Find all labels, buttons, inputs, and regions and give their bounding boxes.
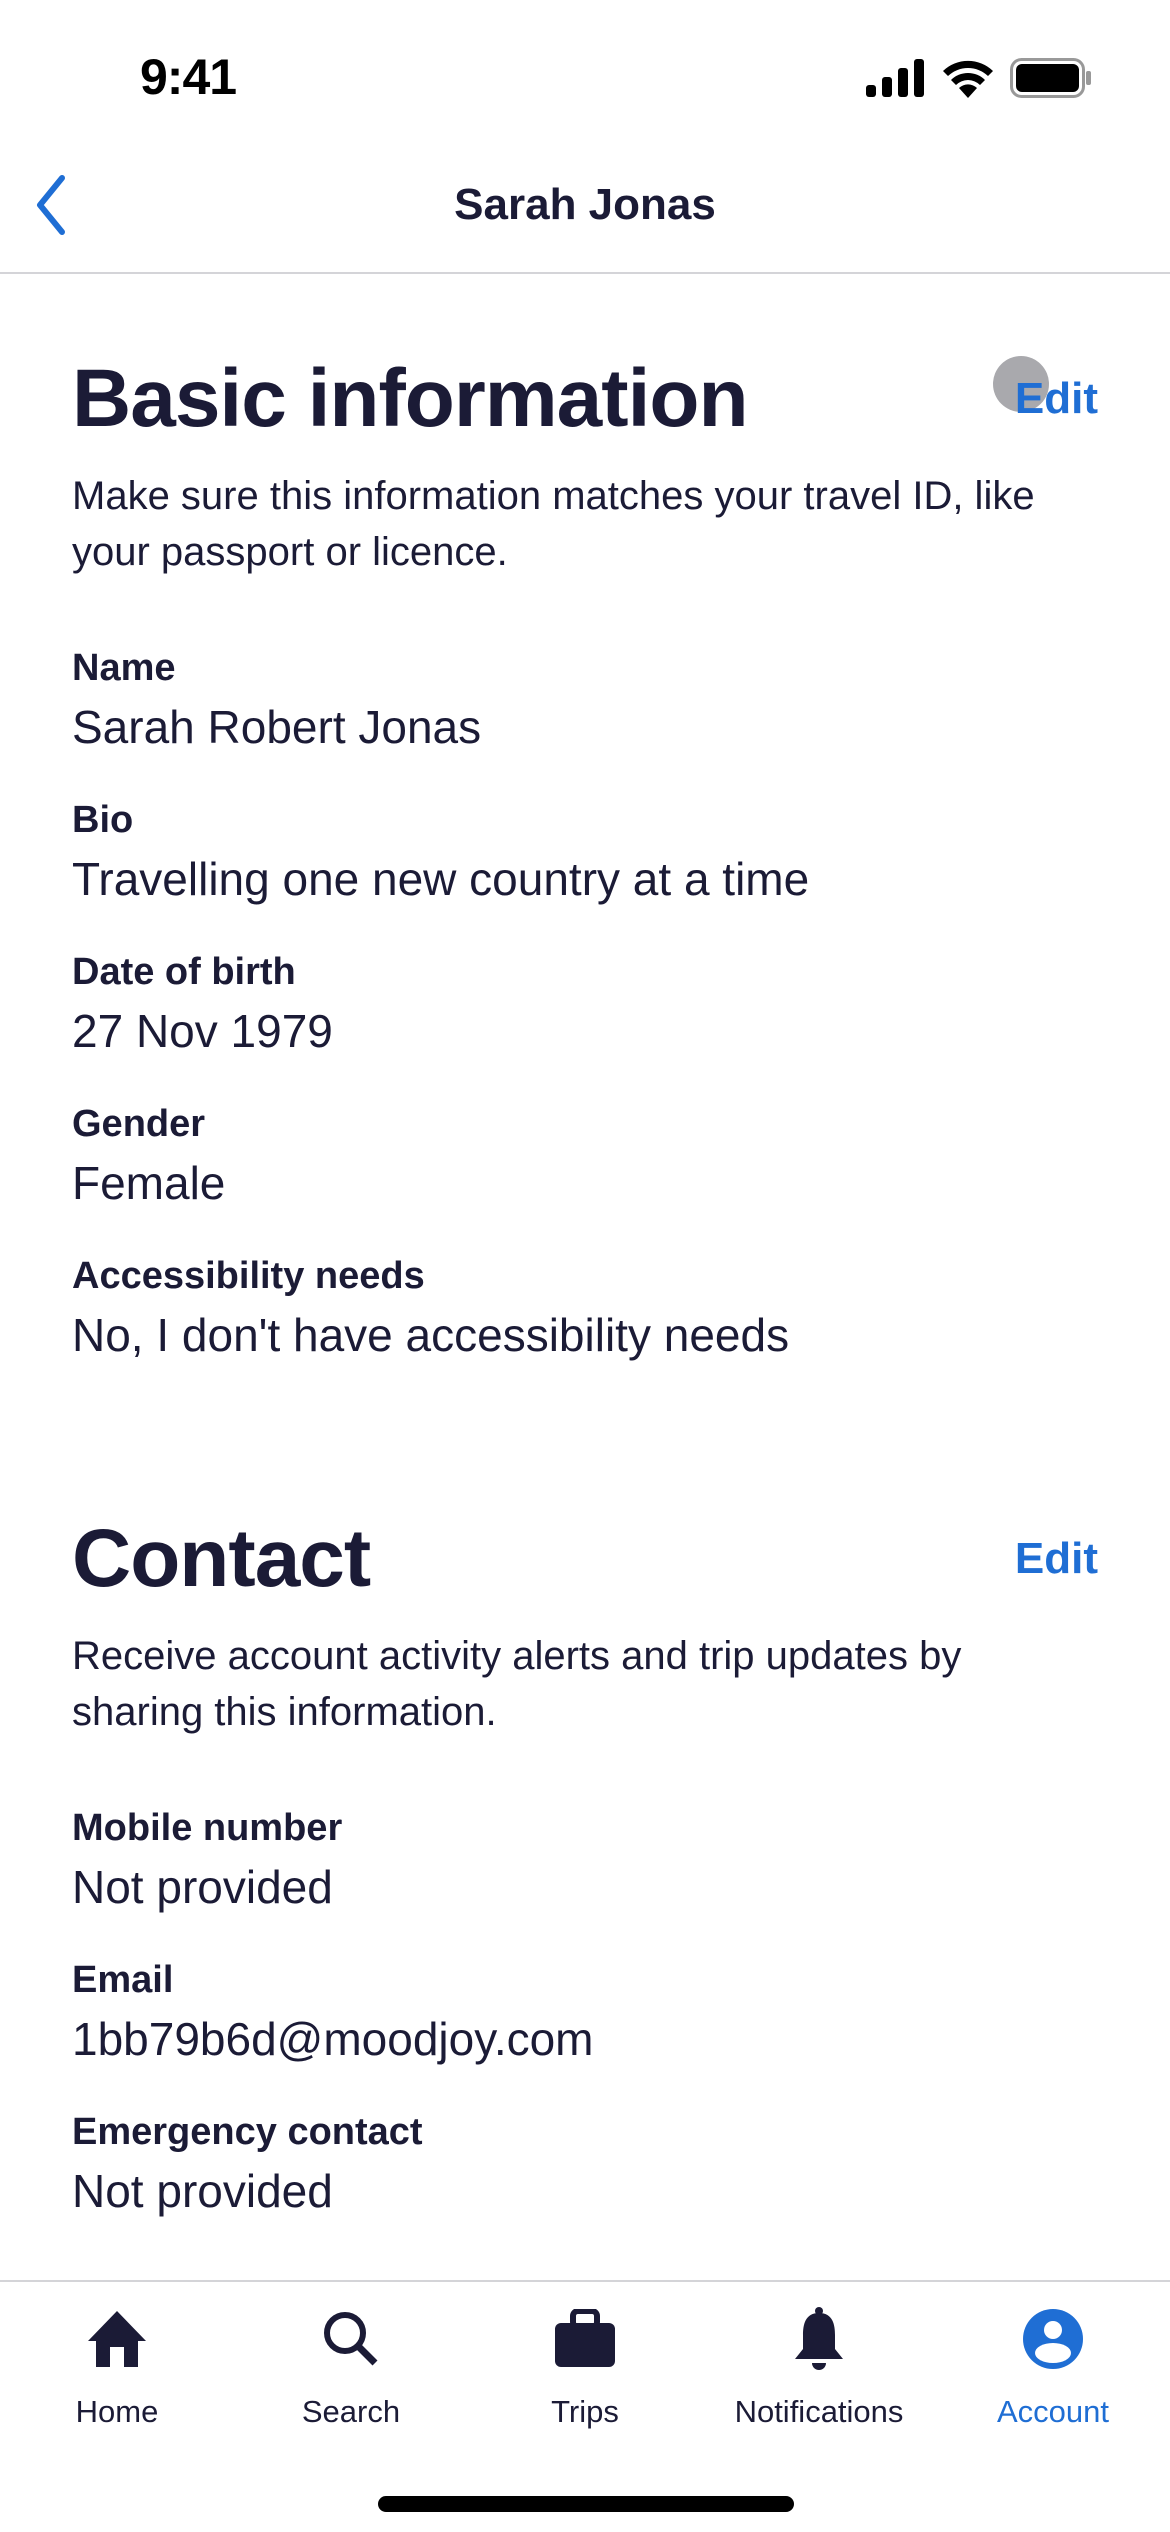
- tab-label: Account: [996, 2394, 1109, 2429]
- home-icon: [82, 2304, 152, 2374]
- field-value: Travelling one new country at a time: [72, 853, 810, 905]
- field-list: Name Sarah Robert Jonas Bio Travelling o…: [72, 644, 1098, 1366]
- field-bio: Bio Travelling one new country at a time: [72, 796, 1098, 910]
- cellular-signal-icon: [866, 59, 926, 102]
- field-label: Accessibility needs: [72, 1255, 425, 1297]
- field-label: Emergency contact: [72, 2111, 423, 2153]
- field-email: Email 1bb79b6d@moodjoy.com: [72, 1956, 1098, 2070]
- bell-icon: [784, 2304, 854, 2374]
- status-bar: 9:41: [0, 0, 1170, 150]
- edit-contact-button[interactable]: Edit: [1015, 1534, 1098, 1584]
- wifi-icon: [942, 58, 994, 103]
- field-value: No, I don't have accessibility needs: [72, 1309, 790, 1361]
- nav-header: Sarah Jonas: [0, 150, 1170, 274]
- page-title: Sarah Jonas: [454, 180, 716, 229]
- tab-trips[interactable]: Trips: [468, 2282, 702, 2452]
- tab-bar: Home Search Trips Notifications Account: [0, 2280, 1170, 2532]
- field-value: Sarah Robert Jonas: [72, 701, 482, 753]
- field-label: Date of birth: [72, 951, 296, 993]
- field-gender: Gender Female: [72, 1100, 1098, 1214]
- tab-search[interactable]: Search: [234, 2282, 468, 2452]
- field-label: Email: [72, 1959, 174, 2001]
- tab-label: Home: [75, 2394, 159, 2429]
- tab-label: Trips: [551, 2394, 619, 2429]
- edit-basic-information-button[interactable]: Edit: [992, 356, 1098, 424]
- section-header: Contact Edit: [72, 1512, 1098, 1606]
- profile-content[interactable]: Basic information Edit Make sure this in…: [0, 276, 1170, 2282]
- battery-icon: [1010, 58, 1092, 103]
- field-value: Not provided: [72, 2165, 333, 2217]
- field-label: Bio: [72, 799, 134, 841]
- status-time: 9:41: [140, 49, 237, 105]
- basic-information-section: Basic information Edit Make sure this in…: [0, 276, 1170, 1366]
- section-description: Make sure this information matches your …: [72, 474, 1035, 574]
- field-emergency-contact: Emergency contact Not provided: [72, 2108, 1098, 2222]
- tab-notifications[interactable]: Notifications: [702, 2282, 936, 2452]
- field-name: Name Sarah Robert Jonas: [72, 644, 1098, 758]
- field-date-of-birth: Date of birth 27 Nov 1979: [72, 948, 1098, 1062]
- tab-items: Home Search Trips Notifications Account: [0, 2282, 1170, 2452]
- tab-label: Search: [301, 2394, 401, 2429]
- tab-account[interactable]: Account: [936, 2282, 1170, 2452]
- field-list: Mobile number Not provided Email 1bb79b6…: [72, 1804, 1098, 2222]
- home-indicator[interactable]: [378, 2496, 794, 2512]
- field-value: 27 Nov 1979: [72, 1005, 333, 1057]
- section-title: Basic information: [72, 353, 749, 444]
- section-header: Basic information Edit: [72, 352, 1098, 446]
- briefcase-icon: [550, 2304, 620, 2374]
- field-label: Name: [72, 647, 176, 689]
- field-accessibility-needs: Accessibility needs No, I don't have acc…: [72, 1252, 1098, 1366]
- account-icon: [1018, 2304, 1088, 2374]
- tab-home[interactable]: Home: [0, 2282, 234, 2452]
- status-icons: [866, 58, 1092, 103]
- field-label: Gender: [72, 1103, 206, 1145]
- field-value: Female: [72, 1157, 226, 1209]
- field-label: Mobile number: [72, 1807, 343, 1849]
- field-value: Not provided: [72, 1861, 333, 1913]
- section-title: Contact: [72, 1513, 371, 1604]
- screen: 9:41 Sarah Jonas Basic information Edit …: [0, 0, 1170, 2532]
- contact-section: Contact Edit Receive account activity al…: [0, 1404, 1170, 2222]
- tab-label: Notifications: [734, 2394, 904, 2429]
- search-icon: [316, 2304, 386, 2374]
- field-value: 1bb79b6d@moodjoy.com: [72, 2013, 594, 2065]
- field-mobile-number: Mobile number Not provided: [72, 1804, 1098, 1918]
- edit-label: Edit: [1014, 374, 1098, 423]
- section-description: Receive account activity alerts and trip…: [72, 1634, 962, 1734]
